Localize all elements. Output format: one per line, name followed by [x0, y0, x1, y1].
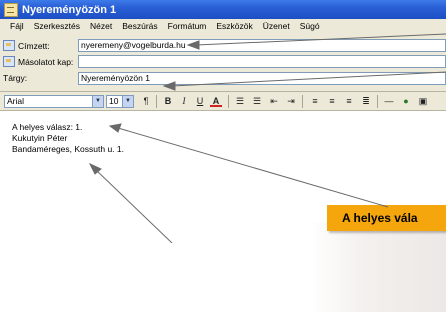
arrow-to-subject-field	[171, 71, 446, 87]
arrowhead-icon	[162, 81, 176, 91]
annotation-arrows	[88, 33, 446, 243]
arrowhead-icon	[108, 123, 122, 133]
arrow-to-to-field	[195, 33, 446, 46]
arrow-to-address-lines	[95, 169, 173, 243]
arrowhead-icon	[186, 40, 200, 50]
arrow-to-answer-line	[117, 127, 389, 208]
arrowhead-icon	[88, 162, 102, 175]
